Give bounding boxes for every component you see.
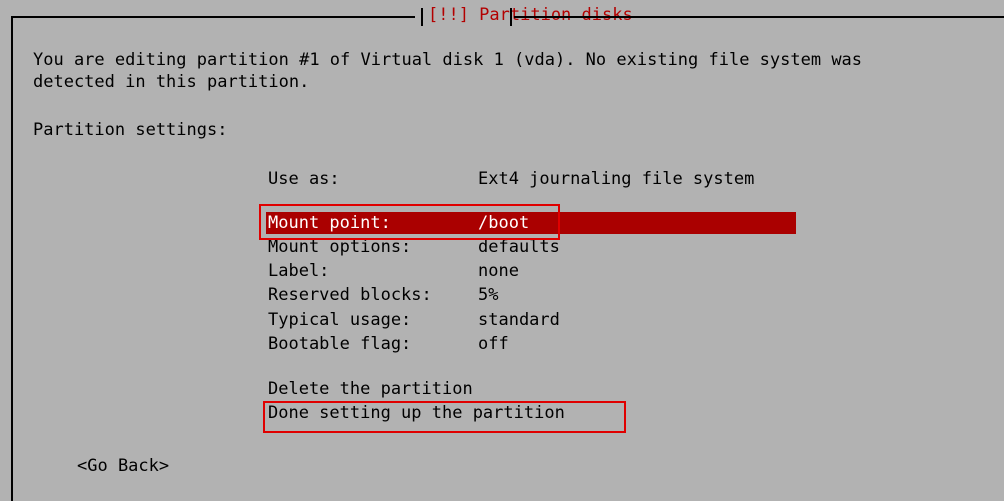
setting-bootable-flag[interactable]: Bootable flag: off <box>268 333 509 355</box>
setting-typical-usage[interactable]: Typical usage: standard <box>268 309 560 331</box>
dialog-title: [!!] Partition disks <box>428 5 633 25</box>
title-bracket-left <box>421 8 423 26</box>
setting-value: /boot <box>478 213 530 233</box>
dialog-border-top-left <box>11 16 415 18</box>
dialog-border-left <box>11 16 13 501</box>
setting-value: defaults <box>478 237 560 257</box>
setting-label: Typical usage: <box>268 310 412 330</box>
partition-settings-heading: Partition settings: <box>33 120 228 140</box>
installer-screen: [!!] Partition disks You are editing par… <box>0 0 1004 501</box>
setting-label: Mount point: <box>268 213 391 233</box>
setting-label: Use as: <box>268 169 340 189</box>
setting-value: standard <box>478 310 560 330</box>
delete-partition-option[interactable]: Delete the partition <box>268 378 473 400</box>
setting-label: Reserved blocks: <box>268 285 432 305</box>
done-setting-up-option[interactable]: Done setting up the partition <box>268 402 565 424</box>
go-back-button[interactable]: <Go Back> <box>77 455 169 477</box>
setting-mount-point[interactable]: Mount point: /boot <box>266 212 796 234</box>
dialog-border-top-right <box>514 16 1004 18</box>
setting-mount-options[interactable]: Mount options: defaults <box>268 236 560 258</box>
setting-use-as[interactable]: Use as: Ext4 journaling file system <box>268 168 754 190</box>
description-line-2: detected in this partition. <box>33 72 310 92</box>
setting-value: off <box>478 334 509 354</box>
setting-label: Mount options: <box>268 237 412 257</box>
setting-label: Bootable flag: <box>268 334 412 354</box>
setting-label: Label: <box>268 261 330 281</box>
setting-label-field[interactable]: Label: none <box>268 260 519 282</box>
setting-reserved-blocks[interactable]: Reserved blocks: 5% <box>268 284 498 306</box>
setting-value: 5% <box>478 285 499 305</box>
setting-value: Ext4 journaling file system <box>478 169 755 189</box>
description-line-1: You are editing partition #1 of Virtual … <box>33 50 863 70</box>
setting-value: none <box>478 261 519 281</box>
title-bracket-right <box>510 8 512 26</box>
